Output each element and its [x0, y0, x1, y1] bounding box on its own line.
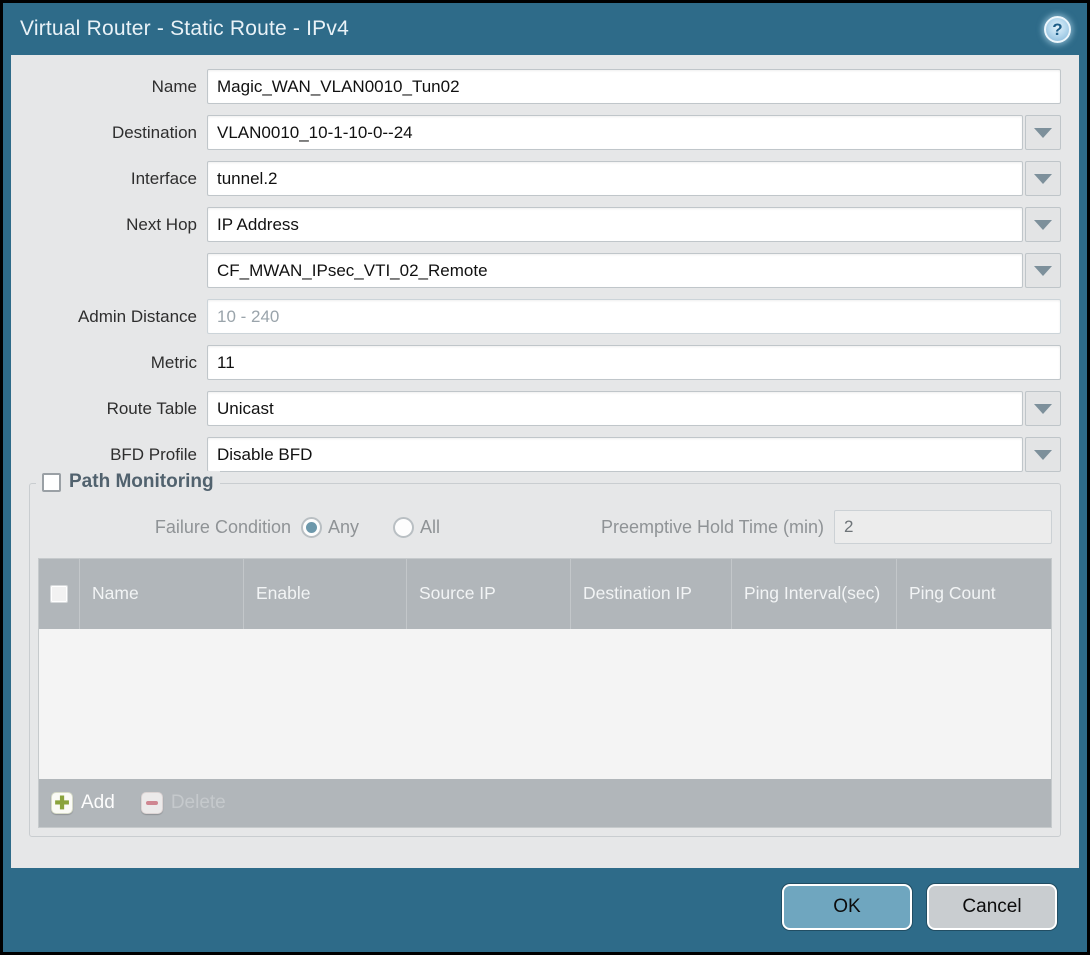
destination-input[interactable] [207, 115, 1023, 150]
chevron-down-icon [1034, 128, 1052, 138]
failure-condition-row: Failure Condition Any All Preemptive Hol… [38, 510, 1052, 544]
chevron-down-icon [1034, 450, 1052, 460]
cancel-button[interactable]: Cancel [927, 884, 1057, 930]
radio-any[interactable] [301, 517, 322, 538]
path-monitoring-checkbox[interactable] [42, 473, 61, 492]
column-header-source-ip: Source IP [406, 559, 570, 629]
metric-label: Metric [29, 353, 207, 373]
metric-input[interactable] [207, 345, 1061, 380]
admin-distance-input[interactable] [207, 299, 1061, 334]
table-body-empty [39, 629, 1051, 779]
form-row-bfd-profile: BFD Profile [29, 437, 1061, 472]
failure-condition-any-option: Any [301, 517, 359, 538]
bfd-profile-label: BFD Profile [29, 445, 207, 465]
destination-label: Destination [29, 123, 207, 143]
chevron-down-icon [1034, 266, 1052, 276]
form-row-name: Name [29, 69, 1061, 104]
column-header-enable: Enable [243, 559, 406, 629]
name-label: Name [29, 77, 207, 97]
table-header: Name Enable Source IP Destination IP Pin… [39, 559, 1051, 629]
interface-label: Interface [29, 169, 207, 189]
radio-any-label: Any [328, 517, 359, 538]
dialog-body: Name Destination Interface [11, 55, 1079, 868]
form-row-next-hop: Next Hop [29, 207, 1061, 242]
path-monitoring-legend: Path Monitoring [36, 471, 220, 493]
plus-icon: ✚ [51, 792, 73, 814]
next-hop-type-dropdown-button[interactable] [1025, 207, 1061, 242]
interface-input[interactable] [207, 161, 1023, 196]
form-row-interface: Interface [29, 161, 1061, 196]
chevron-down-icon [1034, 220, 1052, 230]
form-row-destination: Destination [29, 115, 1061, 150]
bfd-profile-dropdown-button[interactable] [1025, 437, 1061, 472]
dialog-footer: OK Cancel [3, 868, 1087, 952]
dialog-title: Virtual Router - Static Route - IPv4 [20, 17, 349, 41]
static-route-dialog: Virtual Router - Static Route - IPv4 ? N… [0, 0, 1090, 955]
next-hop-label: Next Hop [29, 215, 207, 235]
bfd-profile-input[interactable] [207, 437, 1023, 472]
failure-condition-label: Failure Condition [38, 517, 301, 538]
path-monitoring-section: Path Monitoring Failure Condition Any Al… [29, 483, 1061, 837]
next-hop-type-input[interactable] [207, 207, 1023, 242]
form-row-next-hop-address [29, 253, 1061, 288]
radio-all-label: All [420, 517, 440, 538]
delete-button-label: Delete [171, 792, 226, 814]
route-table-input[interactable] [207, 391, 1023, 426]
add-button[interactable]: ✚ Add [51, 792, 115, 814]
add-button-label: Add [81, 792, 115, 814]
help-icon[interactable]: ? [1044, 16, 1071, 43]
column-header-name: Name [79, 559, 243, 629]
path-monitoring-title: Path Monitoring [69, 471, 214, 493]
route-table-label: Route Table [29, 399, 207, 419]
column-header-ping-count: Ping Count [896, 559, 1051, 629]
radio-all[interactable] [393, 517, 414, 538]
next-hop-address-input[interactable] [207, 253, 1023, 288]
chevron-down-icon [1034, 404, 1052, 414]
chevron-down-icon [1034, 174, 1052, 184]
form-row-admin-distance: Admin Distance [29, 299, 1061, 334]
table-toolbar: ✚ Add Delete [39, 779, 1051, 827]
preemptive-hold-time-group: Preemptive Hold Time (min) [601, 510, 1052, 544]
minus-icon [141, 792, 163, 814]
form-row-metric: Metric [29, 345, 1061, 380]
dialog-titlebar: Virtual Router - Static Route - IPv4 ? [3, 3, 1087, 55]
interface-dropdown-button[interactable] [1025, 161, 1061, 196]
path-monitoring-table: Name Enable Source IP Destination IP Pin… [38, 558, 1052, 828]
failure-condition-all-option: All [393, 517, 440, 538]
preemptive-hold-time-input[interactable] [834, 510, 1052, 544]
destination-dropdown-button[interactable] [1025, 115, 1061, 150]
admin-distance-label: Admin Distance [29, 307, 207, 327]
name-input[interactable] [207, 69, 1061, 104]
delete-button[interactable]: Delete [141, 792, 226, 814]
form-row-route-table: Route Table [29, 391, 1061, 426]
ok-button[interactable]: OK [782, 884, 912, 930]
next-hop-address-dropdown-button[interactable] [1025, 253, 1061, 288]
preemptive-hold-time-label: Preemptive Hold Time (min) [601, 517, 834, 538]
route-table-dropdown-button[interactable] [1025, 391, 1061, 426]
column-header-destination-ip: Destination IP [570, 559, 731, 629]
select-all-checkbox[interactable] [50, 585, 68, 603]
column-header-ping-interval: Ping Interval(sec) [731, 559, 896, 629]
